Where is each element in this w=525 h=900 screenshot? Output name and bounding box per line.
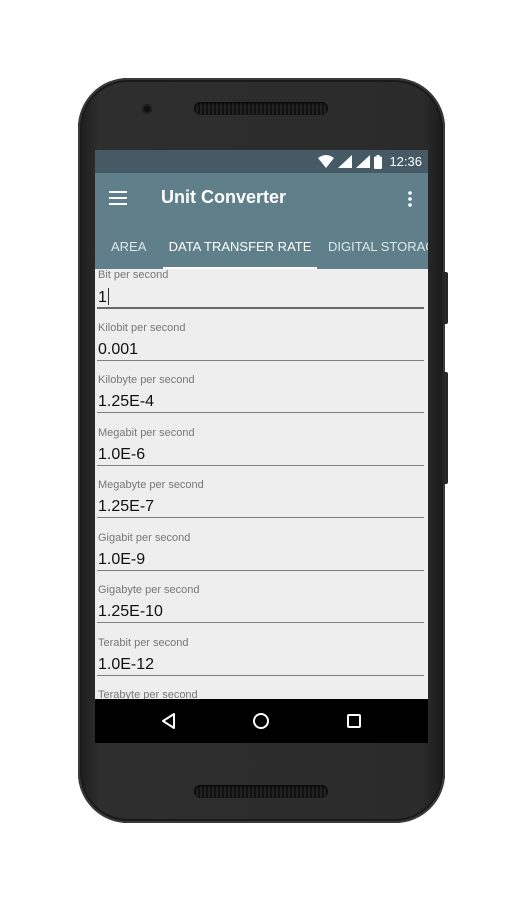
status-icons: 12:36: [318, 154, 422, 169]
field-label: Megabit per second: [98, 426, 195, 439]
field-megabit-per-second: Megabit per second 1.0E-6: [95, 421, 428, 474]
conversion-list: Bit per second 1 Kilobit per second 0.00…: [95, 269, 428, 699]
unit-category-tabs: AREA DATA TRANSFER RATE DIGITAL STORAG: [95, 223, 428, 269]
field-gigabyte-per-second: Gigabyte per second 1.25E-10: [95, 578, 428, 631]
front-camera: [142, 104, 152, 114]
more-vert-icon[interactable]: [406, 190, 414, 208]
input-underline: [97, 674, 424, 676]
field-label: Bit per second: [98, 269, 169, 281]
tab-area[interactable]: AREA: [111, 223, 146, 269]
signal-icon: [338, 155, 353, 168]
tab-digital-storage[interactable]: DIGITAL STORAG: [328, 223, 428, 269]
field-bit-per-second: Bit per second 1: [95, 269, 428, 316]
signal-icon: [356, 155, 371, 168]
back-icon[interactable]: [159, 711, 179, 731]
volume-button: [442, 372, 448, 484]
status-bar: 12:36: [95, 150, 428, 173]
input-underline: [97, 359, 424, 361]
field-label: Terabyte per second: [98, 689, 198, 699]
app-title: Unit Converter: [161, 187, 287, 207]
field-gigabit-per-second: Gigabit per second 1.0E-9: [95, 526, 428, 579]
value-input[interactable]: 1: [98, 288, 109, 307]
status-clock: 12:36: [389, 154, 422, 169]
input-underline: [97, 569, 424, 571]
home-icon[interactable]: [251, 711, 271, 731]
field-kilobyte-per-second: Kilobyte per second 1.25E-4: [95, 368, 428, 421]
field-label: Kilobyte per second: [98, 374, 195, 386]
field-label: Terabit per second: [98, 636, 189, 649]
text-cursor: [107, 288, 109, 305]
value-input[interactable]: 1.0E-6: [98, 446, 145, 464]
bottom-speaker: [194, 785, 328, 798]
recents-icon[interactable]: [344, 711, 364, 731]
field-terabyte-per-second: Terabyte per second: [95, 683, 428, 699]
app-bar: Unit Converter: [95, 173, 428, 223]
input-underline: [97, 517, 424, 518]
input-underline: [97, 412, 424, 413]
field-label: Gigabyte per second: [98, 584, 200, 596]
value-input[interactable]: 1.25E-4: [98, 393, 154, 411]
field-terabit-per-second: Terabit per second 1.0E-12: [95, 631, 428, 684]
field-label: Megabyte per second: [98, 479, 204, 491]
value-input[interactable]: 1.0E-9: [98, 551, 145, 569]
tab-data-transfer-rate[interactable]: DATA TRANSFER RATE: [163, 223, 317, 269]
phone-screen: 12:36 Unit Converter AREA DATA TRANSFER …: [95, 150, 428, 743]
value-input[interactable]: 0.001: [98, 341, 138, 359]
field-label: Kilobit per second: [98, 321, 186, 334]
field-megabyte-per-second: Megabyte per second 1.25E-7: [95, 473, 428, 526]
field-label: Gigabit per second: [98, 531, 191, 544]
value-input[interactable]: 1.25E-7: [98, 498, 154, 516]
wifi-icon: [318, 155, 335, 168]
navigation-bar: [95, 699, 428, 743]
field-kilobit-per-second: Kilobit per second 0.001: [95, 316, 428, 369]
earpiece-speaker: [194, 102, 328, 115]
battery-icon: [374, 154, 383, 169]
input-underline: [97, 464, 424, 466]
power-button: [442, 272, 448, 324]
input-underline: [97, 307, 424, 309]
value-input[interactable]: 1.0E-12: [98, 656, 154, 674]
hamburger-menu-icon[interactable]: [109, 189, 129, 207]
value-input[interactable]: 1.25E-10: [98, 603, 163, 621]
input-underline: [97, 622, 424, 623]
